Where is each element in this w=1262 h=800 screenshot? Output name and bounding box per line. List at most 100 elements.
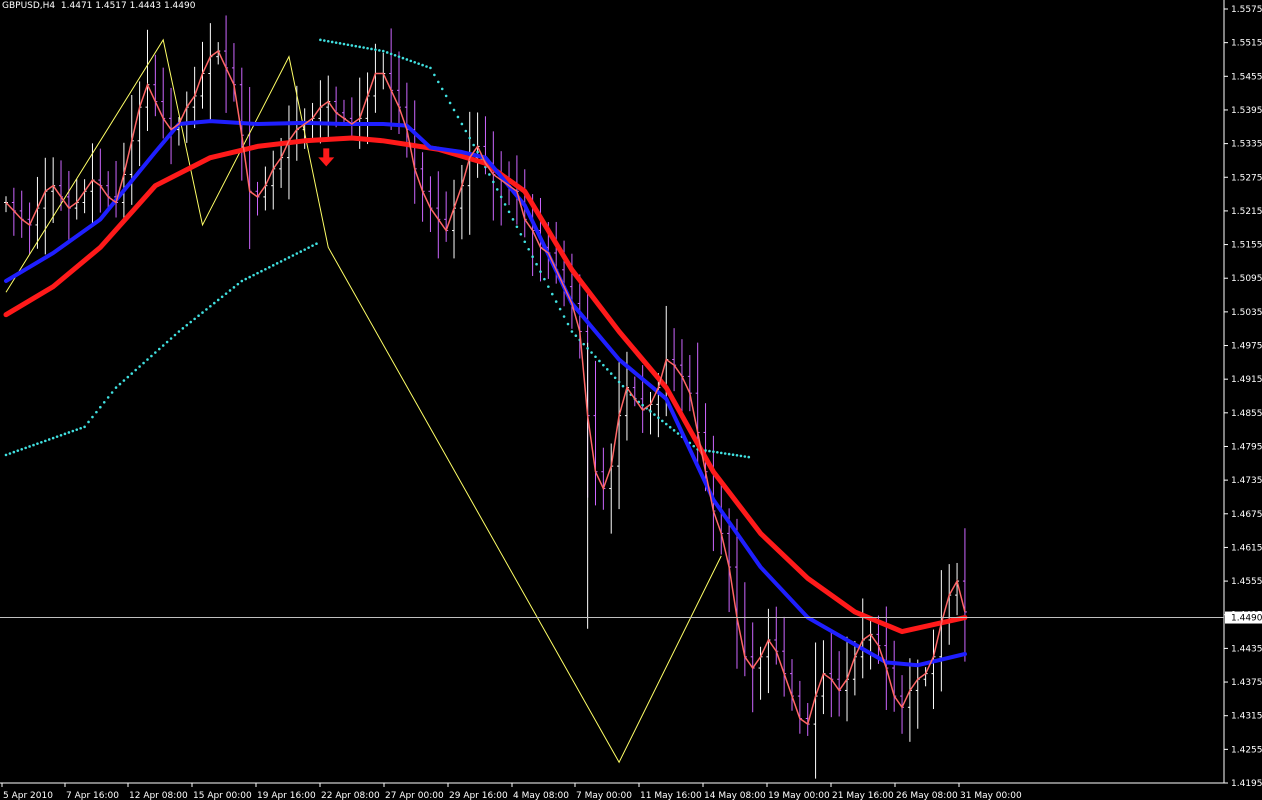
envelope-upper-dot (346, 43, 350, 47)
envelope-upper-dot (452, 108, 456, 112)
envelope-lower-dot (212, 301, 216, 305)
envelope-lower-dot (67, 431, 71, 434)
envelope-upper-dot (562, 315, 566, 318)
envelope-lower-dot (122, 379, 126, 382)
y-tick-label: 1.4675 (1231, 510, 1262, 520)
envelope-upper-dot (519, 232, 523, 236)
envelope-upper-dot (492, 180, 495, 184)
envelope-upper-dot (342, 42, 346, 46)
ma-slow-line (3, 135, 968, 635)
x-tick-label: 7 May 00:00 (576, 791, 632, 800)
envelope-lower-dot (264, 267, 267, 271)
envelope-lower-dot (224, 292, 228, 295)
price-chart[interactable]: 1.5575 1.5515 1.5455 1.5395 1.5335 1.5275 1.52… (0, 0, 1262, 800)
envelope-lower-dot (63, 432, 67, 436)
envelope-upper-dot (582, 342, 586, 346)
x-tick-label: 7 Apr 16:00 (66, 791, 119, 800)
envelope-upper-dot (739, 454, 743, 458)
envelope-upper-dot (590, 351, 593, 354)
envelope-lower-dot (83, 425, 86, 429)
y-tick-label: 1.4975 (1231, 342, 1262, 352)
envelope-upper-dot (405, 58, 409, 61)
y-tick-label: 1.4195 (1231, 779, 1262, 789)
envelope-upper-dot (385, 51, 389, 54)
envelope-lower-dot (161, 344, 165, 347)
x-tick-label: 29 Apr 16:00 (449, 791, 508, 800)
envelope-upper-dot (448, 101, 452, 105)
envelope-lower-dot (205, 308, 208, 311)
envelope-lower-dot (228, 289, 232, 292)
envelope-upper-dot (543, 277, 546, 281)
x-tick-label: 22 Apr 08:00 (321, 791, 380, 800)
envelope-upper-dot (421, 63, 424, 67)
envelope-lower-dot (4, 453, 8, 457)
envelope-lower-dot (185, 323, 189, 327)
envelope-upper-dot (393, 53, 397, 57)
y-tick-label: 1.4795 (1231, 442, 1262, 452)
envelope-upper-dot (598, 359, 601, 363)
envelope-upper-dot (723, 452, 727, 455)
envelope-lower-dot (36, 442, 39, 445)
envelope-upper-dot (566, 322, 570, 326)
envelope-upper-dot (319, 38, 322, 42)
envelope-lower-dot (47, 438, 51, 441)
envelope-upper-dot (456, 115, 460, 119)
envelope-lower-dot (59, 433, 63, 437)
envelope-lower-dot (189, 320, 193, 324)
envelope-upper-dot (586, 347, 589, 350)
envelope-upper-dot (381, 49, 385, 53)
envelope-upper-dot (433, 73, 436, 77)
ma-fast-line (4, 119, 967, 668)
envelope-lower-dot (40, 440, 43, 444)
envelope-upper-dot (330, 40, 334, 44)
envelope-upper-dot (661, 419, 664, 423)
envelope-lower-dot (252, 273, 255, 277)
envelope-upper-dot (389, 52, 393, 56)
envelope-upper-dot (617, 380, 621, 384)
envelope-upper-dot (747, 455, 751, 459)
envelope-lower-dot (142, 361, 145, 365)
envelope-lower-dot (114, 386, 118, 389)
envelope-lower-dot (99, 405, 102, 409)
x-tick-label: 31 May 00:00 (960, 791, 1022, 800)
envelope-upper-dot (649, 410, 652, 413)
envelope-upper-dot (409, 59, 413, 63)
envelope-lower-dot (236, 282, 240, 286)
envelope-lower-dot (177, 330, 181, 333)
y-tick-label: 1.4735 (1231, 476, 1262, 486)
envelope-lower-dot (28, 445, 31, 448)
envelope-upper-dot (621, 384, 625, 388)
envelope-lower-dot (44, 439, 47, 443)
envelope-lower-dot (102, 401, 106, 404)
envelope-lower-dot (138, 365, 141, 368)
envelope-lower-dot (71, 429, 75, 433)
envelope-lower-dot (275, 262, 279, 265)
envelope-upper-dot (378, 49, 381, 52)
envelope-upper-dot (425, 65, 428, 68)
envelope-upper-dot (429, 66, 432, 70)
envelope-lower-dot (91, 415, 94, 419)
envelope-upper-dot (743, 455, 747, 458)
y-tick-label: 1.4855 (1231, 409, 1262, 419)
envelope-lower-dot (193, 317, 196, 321)
x-tick-label: 11 May 16:00 (640, 791, 702, 800)
y-tick-label: 1.5095 (1231, 274, 1262, 284)
envelope-upper-dot (495, 188, 499, 191)
envelope-lower-dot (126, 375, 130, 379)
envelope-upper-dot (437, 80, 440, 84)
envelope-lower-dot (268, 265, 271, 269)
envelope-upper-dot (366, 46, 369, 50)
envelope-upper-dot (550, 292, 554, 296)
envelope-lower-dot (157, 347, 161, 351)
envelope-upper-dot (350, 44, 354, 47)
envelope-upper-dot (539, 270, 542, 273)
envelope-upper-dot (334, 41, 338, 44)
envelope-upper-dot (535, 262, 538, 266)
envelope-lower-dot (283, 258, 287, 261)
envelope-lower-dot (307, 246, 310, 249)
envelope-upper-dot (362, 46, 365, 49)
envelope-lower-dot (244, 277, 248, 281)
envelope-lower-dot (197, 314, 200, 318)
y-tick-label: 1.4375 (1231, 678, 1262, 688)
envelope-lower-dot (260, 269, 263, 273)
